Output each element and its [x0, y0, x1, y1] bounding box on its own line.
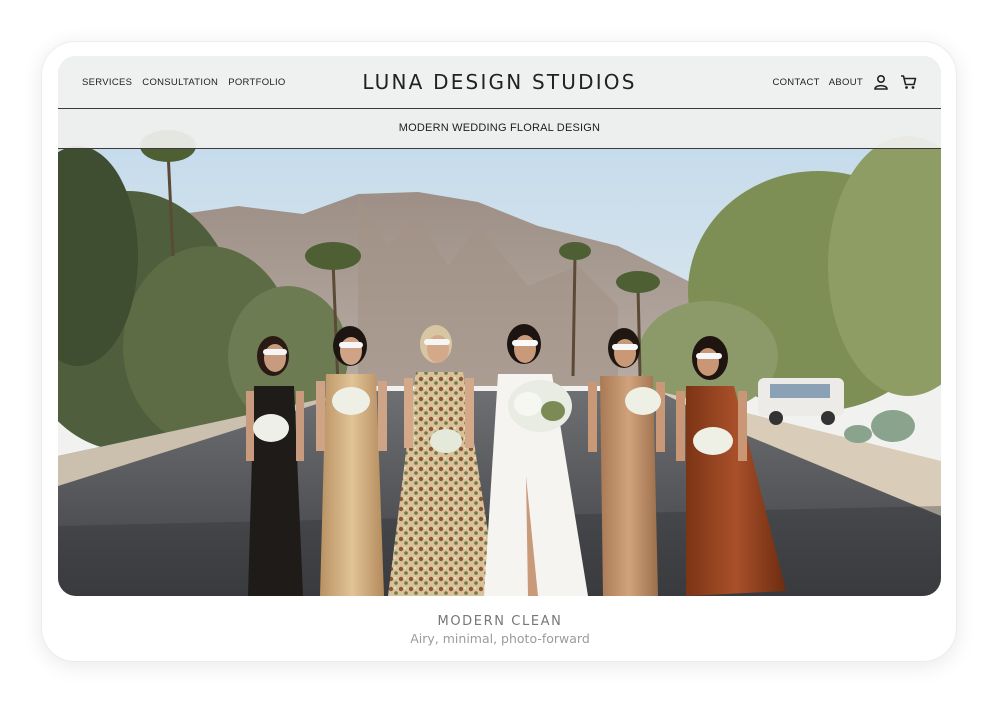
nav-about[interactable]: ABOUT	[829, 77, 863, 88]
user-icon[interactable]	[872, 73, 890, 91]
website-preview: SERVICES CONSULTATION PORTFOLIO LUNA DES…	[58, 56, 941, 596]
secondary-nav: CONTACT ABOUT	[772, 73, 917, 91]
nav-contact[interactable]: CONTACT	[772, 77, 819, 88]
style-title: MODERN CLEAN	[437, 614, 563, 629]
preview-card: SERVICES CONSULTATION PORTFOLIO LUNA DES…	[41, 41, 957, 662]
cart-icon[interactable]	[899, 73, 917, 91]
tagline-text: MODERN WEDDING FLORAL DESIGN	[398, 122, 601, 134]
style-description: Airy, minimal, photo-forward	[410, 631, 590, 646]
site-header: SERVICES CONSULTATION PORTFOLIO LUNA DES…	[58, 56, 941, 109]
tagline-bar: MODERN WEDDING FLORAL DESIGN	[58, 109, 941, 149]
